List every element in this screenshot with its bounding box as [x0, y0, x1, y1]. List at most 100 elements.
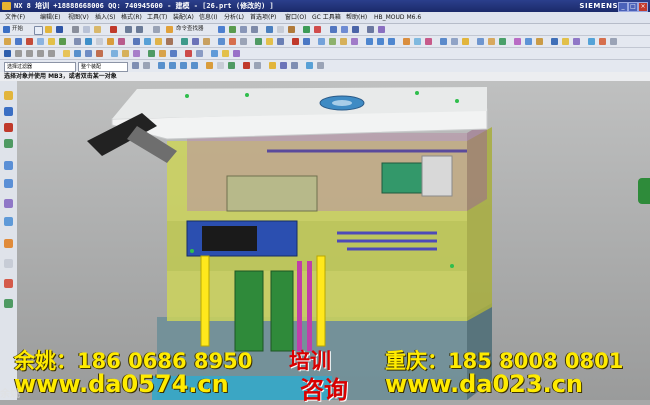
- shell-icon[interactable]: [425, 38, 432, 45]
- new-file-icon[interactable]: [34, 26, 43, 35]
- layout-icon[interactable]: [59, 38, 66, 45]
- save-icon[interactable]: [56, 26, 63, 33]
- unused-parts-icon[interactable]: [303, 38, 310, 45]
- history-icon[interactable]: [4, 199, 13, 208]
- orient-icon[interactable]: [288, 26, 295, 33]
- through-curves-icon[interactable]: [211, 50, 218, 57]
- web-browser-icon[interactable]: [4, 179, 13, 188]
- swept-icon[interactable]: [222, 50, 229, 57]
- pull-face-icon[interactable]: [488, 38, 495, 45]
- cylinder-icon[interactable]: [329, 38, 336, 45]
- trim-icon[interactable]: [203, 38, 210, 45]
- project-init-icon[interactable]: [15, 38, 22, 45]
- pan-icon[interactable]: [251, 26, 258, 33]
- edge-blend-icon[interactable]: [403, 38, 410, 45]
- sketch-plane-icon[interactable]: [4, 50, 11, 57]
- menu-info[interactable]: 信息(I): [199, 12, 217, 23]
- snap-end-icon[interactable]: [158, 62, 165, 69]
- assembly-scope-dropdown[interactable]: 整个装配: [78, 62, 128, 72]
- workpiece-icon[interactable]: [48, 38, 55, 45]
- subtract-icon[interactable]: [377, 38, 384, 45]
- select-all-icon[interactable]: [132, 62, 139, 69]
- join-curve-icon[interactable]: [133, 50, 140, 57]
- box-icon[interactable]: [318, 38, 325, 45]
- side-panel-toggle[interactable]: [638, 178, 650, 204]
- start-icon[interactable]: [3, 26, 10, 33]
- snap-face-icon[interactable]: [228, 62, 235, 69]
- snap-mid-icon[interactable]: [169, 62, 176, 69]
- offset-curve-icon[interactable]: [85, 50, 92, 57]
- menu-window[interactable]: 窗口(O): [285, 12, 306, 23]
- thicken-icon[interactable]: [573, 38, 580, 45]
- close-button[interactable]: ×: [638, 2, 648, 12]
- menu-assembly[interactable]: 装配(A): [173, 12, 194, 23]
- mold-csys-icon[interactable]: [26, 38, 33, 45]
- menu-preferences[interactable]: 首选项(P): [250, 12, 276, 23]
- filter-icon[interactable]: [306, 62, 313, 69]
- part-navigator-icon[interactable]: [4, 123, 13, 132]
- point-icon[interactable]: [63, 50, 70, 57]
- minimize-button[interactable]: _: [618, 2, 628, 12]
- start-label[interactable]: 开始: [12, 24, 23, 35]
- quick-pick-icon[interactable]: [317, 62, 324, 69]
- wireframe-icon[interactable]: [277, 26, 284, 33]
- sketch-icon[interactable]: [367, 26, 374, 33]
- shrinkage-icon[interactable]: [37, 38, 44, 45]
- layer-icon[interactable]: [303, 26, 310, 33]
- datum-axis-icon[interactable]: [159, 50, 166, 57]
- constraint-navigator-icon[interactable]: [4, 107, 13, 116]
- fit-view-icon[interactable]: [218, 26, 225, 33]
- cursor-icon[interactable]: [153, 26, 160, 33]
- reuse-library-icon[interactable]: [4, 139, 13, 148]
- selection-filter-dropdown[interactable]: 选择过滤器: [4, 62, 76, 72]
- menu-view[interactable]: 视图(V): [68, 12, 89, 23]
- menu-insert[interactable]: 插入(S): [95, 12, 116, 23]
- snap-quadrant-icon[interactable]: [191, 62, 198, 69]
- insert-icon[interactable]: [144, 38, 151, 45]
- unite-icon[interactable]: [366, 38, 373, 45]
- snap-reset-icon[interactable]: [254, 62, 261, 69]
- deselect-icon[interactable]: [143, 62, 150, 69]
- hole-table-icon[interactable]: [255, 38, 262, 45]
- paste-icon[interactable]: [94, 26, 101, 33]
- cast-process-icon[interactable]: [266, 38, 273, 45]
- display-wcs-icon[interactable]: [291, 62, 298, 69]
- section-icon[interactable]: [599, 38, 606, 45]
- snap-off-icon[interactable]: [243, 62, 250, 69]
- bom-icon[interactable]: [229, 38, 236, 45]
- extract-curve-icon[interactable]: [122, 50, 129, 57]
- cut-icon[interactable]: [72, 26, 79, 33]
- trim-curve-icon[interactable]: [185, 50, 192, 57]
- runner-icon[interactable]: [166, 38, 173, 45]
- extrude-icon[interactable]: [378, 26, 385, 33]
- sphere-icon[interactable]: [351, 38, 358, 45]
- system-scenes-icon[interactable]: [4, 299, 13, 308]
- pattern-icon[interactable]: [514, 38, 521, 45]
- menu-format[interactable]: 格式(R): [121, 12, 142, 23]
- divide-curve-icon[interactable]: [196, 50, 203, 57]
- menu-analysis[interactable]: 分析(L): [224, 12, 244, 23]
- command-finder-icon[interactable]: [166, 26, 173, 33]
- redo-icon[interactable]: [136, 26, 143, 33]
- rotate-icon[interactable]: [240, 26, 247, 33]
- delete-icon[interactable]: [110, 26, 117, 33]
- mold-wizard-icon[interactable]: [4, 38, 11, 45]
- line-icon[interactable]: [15, 50, 22, 57]
- mirror-icon[interactable]: [525, 38, 532, 45]
- intersect-icon[interactable]: [388, 38, 395, 45]
- menu-tools[interactable]: 工具(T): [147, 12, 167, 23]
- offset-face-icon[interactable]: [440, 38, 447, 45]
- drawing-icon[interactable]: [240, 38, 247, 45]
- copy-icon[interactable]: [83, 26, 90, 33]
- assembly-icon[interactable]: [330, 26, 337, 33]
- open-folder-icon[interactable]: [45, 26, 52, 33]
- constraint-icon[interactable]: [352, 26, 359, 33]
- project-curve-icon[interactable]: [96, 50, 103, 57]
- view-manager-icon[interactable]: [277, 38, 284, 45]
- maximize-button[interactable]: □: [628, 2, 638, 12]
- sync-model-icon[interactable]: [462, 38, 469, 45]
- mold-base-icon[interactable]: [96, 38, 103, 45]
- component-icon[interactable]: [341, 26, 348, 33]
- chamfer-icon[interactable]: [414, 38, 421, 45]
- measure-icon[interactable]: [588, 38, 595, 45]
